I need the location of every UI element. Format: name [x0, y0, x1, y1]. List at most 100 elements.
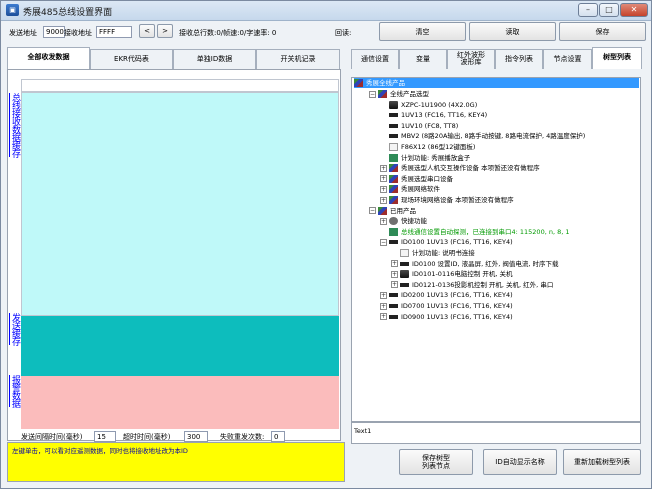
save-tree-nodes-button[interactable]: 保存树型 列表节点 [399, 449, 473, 475]
folder-icon [389, 196, 398, 204]
tab-power-log[interactable]: 开关机记录 [256, 49, 340, 69]
tab-command-list[interactable]: 指令列表 [495, 49, 543, 69]
tree-node[interactable]: − ID0100 1UV13 (FC16, TT16, KEY4) [380, 237, 513, 247]
recv-data-area[interactable] [21, 92, 339, 316]
tree-node[interactable]: MBV2 (8路20A输出, 8路手动按键, 8路电流保护, 4路温度保护) [380, 131, 585, 141]
tab-comm-settings[interactable]: 通信设置 [351, 49, 399, 69]
tree-node[interactable]: F86X12 (86型12键面板) [380, 142, 475, 152]
tree-root-label: 秀展全线产品 [366, 79, 405, 87]
tree-node[interactable]: 1UV10 (FC8, TT8) [380, 121, 458, 131]
tree-node[interactable]: + ID0200 1UV13 (FC16, TT16, KEY4) [380, 290, 513, 300]
tree-node[interactable]: + ID0900 1UV13 (FC16, TT16, KEY4) [380, 312, 513, 322]
clear-button[interactable]: 清空 [379, 22, 466, 41]
tree-node[interactable]: − 已用产品 [369, 206, 416, 216]
id-auto-name-button[interactable]: ID自动显示名称 [483, 449, 557, 475]
column-header-bar [21, 79, 339, 92]
expand-icon[interactable]: + [380, 313, 387, 321]
expand-icon[interactable]: + [380, 217, 387, 225]
device-icon [389, 113, 398, 118]
collapse-icon[interactable]: − [369, 90, 376, 98]
timeout-label: 超时时间(毫秒) [123, 433, 171, 441]
tab-single-id[interactable]: 单独ID数据 [173, 49, 256, 69]
reload-tree-button[interactable]: 重新加载树型列表 [563, 449, 641, 475]
tree-node-label: MBV2 (8路20A输出, 8路手动按键, 8路电流保护, 4路温度保护) [401, 132, 586, 141]
tree-node-label: 已用产品 [390, 206, 416, 215]
expand-icon[interactable]: + [380, 164, 387, 172]
status-icon [389, 153, 398, 162]
expand-icon[interactable]: + [380, 175, 387, 183]
recv-addr-label: 接收地址 [64, 29, 92, 37]
expand-icon[interactable]: + [380, 291, 387, 299]
next-button[interactable]: > [157, 24, 173, 38]
save-button[interactable]: 保存 [559, 22, 646, 41]
device-icon [389, 123, 398, 128]
maximize-button[interactable]: □ [599, 3, 619, 17]
tree-node[interactable]: + 秀展选型人机交互操作设备 本项暂还没有做程序 [380, 163, 540, 173]
expand-icon[interactable]: + [391, 281, 398, 289]
status-icon [389, 227, 398, 236]
tab-node-settings[interactable]: 节点设置 [543, 49, 592, 69]
tree-node-label: ID0700 1UV13 (FC16, TT16, KEY4) [401, 302, 513, 310]
expand-icon[interactable]: + [391, 270, 398, 278]
tree-node[interactable]: + ID0700 1UV13 (FC16, TT16, KEY4) [380, 301, 513, 311]
text1-box[interactable]: Text1 [351, 422, 641, 444]
expand-icon[interactable]: + [380, 185, 387, 193]
tree-node[interactable]: − 全线产品选型 [369, 89, 429, 99]
alarm-data-label: 报警数据 [10, 375, 20, 407]
minimize-button[interactable]: – [578, 3, 598, 17]
tree-node[interactable]: + 现场环境网络设备 本项暂还没有做程序 [380, 195, 514, 205]
hint-box: 左键单击，可以看对应遥测数据，同时也将接收地址改为本ID [7, 442, 345, 482]
folder-icon [378, 206, 387, 215]
tree-node[interactable]: + 秀展网络软件 [380, 184, 440, 194]
timeout-input[interactable]: 300 [184, 431, 208, 442]
expand-icon[interactable]: + [380, 196, 387, 204]
resend-input[interactable]: 0 [271, 431, 285, 442]
tree-node-label: 秀展选型串口设备 [401, 174, 453, 183]
send-cache-area[interactable] [21, 316, 339, 376]
collapse-icon[interactable]: − [380, 238, 387, 246]
tree-node-label: 计划功能: 秀展播放盒子 [401, 153, 471, 162]
app-icon: ▣ [6, 4, 19, 16]
expand-icon[interactable]: + [391, 260, 398, 268]
main-window: ▣ 秀展485总线设置界面 – □ ✕ 发送地址 9000 接收地址 FFFF … [0, 0, 652, 489]
tree-node-label: 1UV10 (FC8, TT8) [401, 121, 459, 130]
tree-node[interactable]: XZPC-1U1900 (4X2.0G) [380, 100, 477, 110]
tree-node[interactable]: + 快捷功能 [380, 216, 427, 226]
tree-node[interactable]: + ID0101-0116电脑控制 开机, 关机 [391, 269, 513, 279]
tree-node-label: F86X12 (86型12键面板) [401, 143, 476, 151]
recv-addr-input[interactable]: FFFF [96, 26, 132, 38]
tree-root[interactable]: 秀展全线产品 [354, 78, 639, 88]
alarm-data-area[interactable] [21, 376, 339, 429]
expand-icon[interactable]: + [380, 302, 387, 310]
tab-ir-waveform[interactable]: 红外波形 波形库 [447, 49, 495, 69]
tree-node[interactable]: 计划功能: 说明书连接 [391, 248, 475, 258]
read-button[interactable]: 读取 [469, 22, 556, 41]
device-icon [389, 240, 398, 245]
tree-node[interactable]: + 秀展选型串口设备 [380, 174, 453, 184]
text1-value: Text1 [354, 427, 372, 435]
device-icon [389, 134, 398, 139]
tree-node[interactable]: 计划功能: 秀展播放盒子 [380, 153, 470, 163]
prev-button[interactable]: < [139, 24, 155, 38]
tree-view[interactable]: 秀展全线产品 − 全线产品选型 XZPC-1U1900 (4X2.0G) 1UV13 … [351, 77, 641, 422]
send-cache-label: 发送缓存 [10, 313, 20, 345]
device-icon [400, 282, 409, 287]
tree-node-label: 总线通信设置自动探测，已连接到串口4: 115200, n, 8, 1 [401, 227, 570, 236]
tab-variables[interactable]: 变量 [399, 49, 447, 69]
tree-node[interactable]: 总线通信设置自动探测，已连接到串口4: 115200, n, 8, 1 [380, 227, 570, 237]
tab-tree-list[interactable]: 树型列表 [592, 47, 642, 69]
send-interval-input[interactable]: 15 [94, 431, 116, 442]
shortcut-icon [389, 217, 398, 226]
collapse-icon[interactable]: − [369, 207, 376, 215]
tab-all-data[interactable]: 全部收发数据 [7, 47, 90, 69]
bus-recv-label: 总线接收数据缓存 [10, 93, 20, 157]
close-button[interactable]: ✕ [620, 3, 648, 17]
window-title: 秀展485总线设置界面 [23, 8, 113, 18]
tree-node[interactable]: + ID0121-0136投影机控制 开机, 关机, 红外, 串口 [391, 280, 553, 290]
tree-node-label: 全线产品选型 [390, 90, 429, 98]
tree-node[interactable]: + ID0100 设置ID, 液晶屏, 红外, 阀值电流, 时序下载 [391, 259, 558, 269]
send-addr-input[interactable]: 9000 [43, 26, 65, 38]
tree-node-label: XZPC-1U1900 (4X2.0G) [401, 100, 478, 109]
tree-node[interactable]: 1UV13 (FC16, TT16, KEY4) [380, 110, 487, 120]
tab-ekr-codes[interactable]: EKR代码表 [90, 49, 173, 69]
